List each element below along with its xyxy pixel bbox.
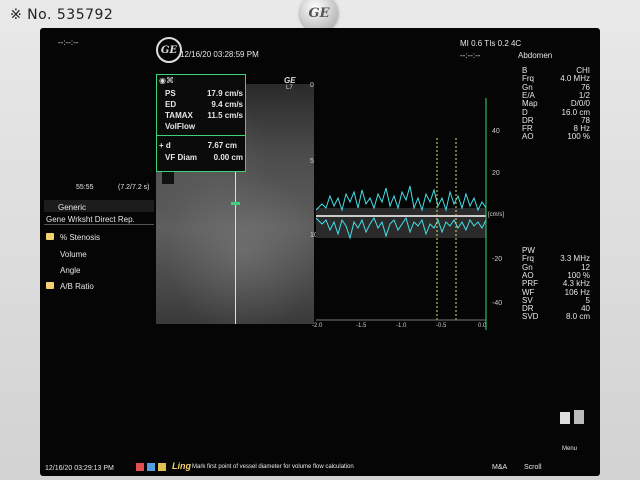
time-tick: -1.0: [396, 323, 407, 329]
velocity-tick: 40: [492, 128, 500, 135]
velocity-tick: -20: [492, 256, 503, 263]
menu-item-worksheet[interactable]: Gene Wrksht Direct Rep.: [44, 213, 154, 228]
folder-icon: [46, 233, 54, 240]
spectrum-trace-top: [316, 185, 487, 212]
status-icons: [136, 463, 166, 471]
param-row: SVD 8.0 cm: [522, 312, 592, 321]
menu-button[interactable]: Menu: [562, 446, 577, 452]
bottom-datetime: 12/16/20 03:29:13 PM: [45, 465, 114, 472]
top-left-placeholder: --:--:--: [58, 38, 79, 47]
time-tick: -2.0: [312, 323, 323, 329]
cine-duration: (7.2/7.2 s): [118, 184, 150, 191]
depth-tick: 0: [310, 82, 314, 89]
menu-divider: [44, 224, 154, 225]
sample-gate-marker[interactable]: [231, 202, 240, 205]
menu-item-volume[interactable]: Volume: [44, 248, 154, 263]
time-tick: -0.5: [436, 323, 447, 329]
param-row: AO 100 %: [522, 132, 592, 141]
scroll-label[interactable]: Scroll: [524, 464, 542, 471]
velocity-tick: -40: [492, 300, 503, 307]
photo-caption: ※ No. 535792: [10, 7, 114, 23]
depth-tick: 5: [310, 158, 314, 165]
probe-tool-icon[interactable]: [558, 408, 588, 428]
time-tick: -1.5: [356, 323, 367, 329]
folder-icon: [46, 282, 54, 289]
time-tick: 0.0: [478, 323, 487, 329]
param-value: 100 %: [567, 132, 590, 142]
probe-label-model: L7: [286, 85, 293, 91]
doppler-spectrum[interactable]: [316, 98, 496, 330]
header-datetime: 12/16/20 03:28:59 PM: [180, 50, 259, 59]
measurement-box-icons: ◉⌘: [159, 76, 174, 85]
status-message: Mark first point of vessel diameter for …: [192, 464, 354, 470]
menu-item-ab-ratio[interactable]: A/B Ratio: [44, 280, 154, 295]
measurement-separator: [157, 135, 245, 136]
preset-label: Abdomen: [518, 51, 553, 60]
menu-item-stenosis[interactable]: % Stenosis: [44, 231, 154, 246]
velocity-tick: 20: [492, 170, 500, 177]
top-right-placeholder: --:--:--: [460, 51, 481, 60]
mi-tis-readout: MI 0.6 TIs 0.2 4C: [460, 39, 522, 48]
velocity-unit: [cm/s]: [488, 212, 504, 218]
menu-item-angle[interactable]: Angle: [44, 264, 154, 279]
ge-logo-icon: GE: [156, 37, 182, 63]
param-value: 8.0 cm: [565, 312, 590, 322]
cine-time: 55:55: [76, 184, 94, 191]
ling-logo: Ling: [172, 461, 191, 471]
ma-label[interactable]: M&A: [492, 464, 507, 471]
measurement-box: ◉⌘ PS 17.9 cm/s ED 9.4 cm/s TAMAX 11.5 cm/s…: [156, 74, 246, 172]
probe-label-logo: GE: [284, 76, 296, 85]
ultrasound-screen: --:--:-- GE 12/16/20 03:28:59 PM MI 0.6 …: [40, 28, 600, 476]
